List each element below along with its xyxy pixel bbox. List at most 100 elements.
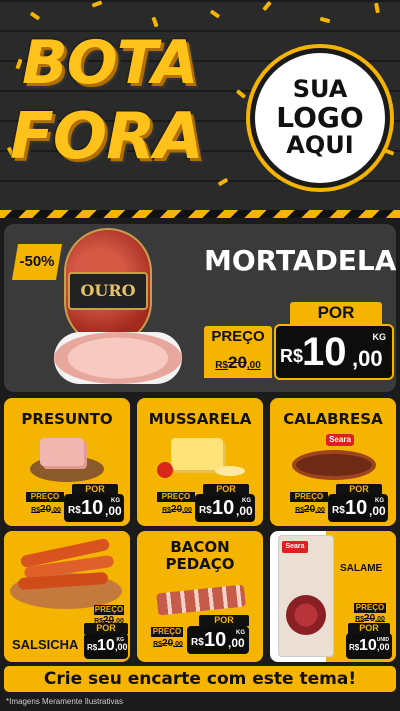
unit-label: KG [242,498,251,504]
old-price: R$20,00 [157,502,197,518]
header-banner: BOTA FORA SUA LOGO AQUI [0,0,400,210]
new-price: R$ 10 ,00 KG [274,324,394,380]
logo-text-line1: SUA [292,74,348,103]
unit-label: UNID [376,637,389,643]
calabresa-image: Seara [290,434,378,484]
cheese-block-shape [171,438,223,470]
product-card-calabresa[interactable]: CALABRESA Seara POR PREÇO R$20,00 R$ 10 … [270,398,396,526]
unit-label: KG [375,498,384,504]
old-price-int: 20 [40,504,52,515]
featured-price-block: POR PREÇO R$20,00 R$ 10 ,00 KG [204,302,394,382]
new-price-dec: ,00 [228,636,245,650]
product-name: BACON PEDAÇO [137,539,263,573]
product-card-bacon[interactable]: BACON PEDAÇO POR PREÇO R$20,00 R$ 10 ,00… [137,531,263,662]
mortadela-brand-label: OURO [68,272,148,310]
product-name: CALABRESA [283,410,383,428]
currency-symbol: R$ [191,637,204,648]
confetti-decoration [217,177,229,187]
product-name-line2: PEDAÇO [165,555,235,573]
old-price-prefix: R$ [31,507,41,514]
bacon-slices-shape [156,584,246,616]
new-price: R$ 10 ,00 KG [84,633,128,659]
new-price-dec: ,00 [377,642,390,652]
logo-text-line2: LOGO [276,100,364,134]
old-price-prefix: R$ [162,507,172,514]
product-name: SALAME [340,563,383,574]
old-price-dec: ,00 [51,507,61,514]
confetti-decoration [29,11,41,21]
old-price: R$20,00 [290,502,330,518]
currency-symbol: R$ [349,643,360,652]
confetti-decoration [383,148,395,156]
preco-label: PREÇO [290,492,328,502]
cheese-slices-shape [215,466,245,476]
promo-title: BOTA FORA [10,26,210,196]
logo-text-line3: AQUI [286,131,354,160]
hazard-stripe-divider [0,210,400,218]
preco-label: PREÇO [354,603,386,613]
product-card-salame[interactable]: Seara SALAME PREÇO R$20,00 POR R$ 10 ,00… [270,531,396,662]
new-price: R$ 10 ,00 KG [328,494,388,522]
currency-symbol: R$ [68,505,81,516]
product-card-mussarela[interactable]: MUSSARELA POR PREÇO R$20,00 R$ 10 ,00 KG [137,398,263,526]
price-block-main: POR R$ 10 ,00 UNID [346,623,392,662]
product-card-presunto[interactable]: PRESUNTO POR PREÇO R$20,00 R$ 10 ,00 KG [4,398,130,526]
salame-package-image: Seara [278,535,334,657]
old-price-dec: ,00 [375,616,385,623]
confetti-decoration [262,0,272,12]
confetti-decoration [235,89,247,99]
unit-label: KG [116,637,125,643]
product-card-salsicha[interactable]: PREÇO R$20,00 SALSICHA POR R$ 10 ,00 KG [4,531,130,662]
old-price: R$20,00 [26,502,66,518]
product-name: MUSSARELA [148,410,252,428]
new-price: R$ 10 ,00 KG [187,626,249,654]
featured-product-card[interactable]: OURO -50% MORTADELA POR PREÇO R$20,00 R$… [4,224,396,392]
new-price: R$ 10 ,00 UNID [346,633,392,659]
product-name-line1: BACON [170,538,230,556]
mussarela-image [155,434,247,484]
new-price-int: 10 [97,637,115,654]
old-price: R$20,00 [204,348,272,378]
new-price: R$ 10 ,00 KG [195,494,255,522]
new-price-int: 10 [359,637,377,654]
por-label: POR [290,302,382,324]
currency-symbol: R$ [332,505,345,516]
logo-placeholder[interactable]: SUA LOGO AQUI [250,48,390,188]
currency-symbol: R$ [199,505,212,516]
preco-label: PREÇO [157,492,195,502]
old-price-dec: ,00 [173,641,183,648]
currency-symbol: R$ [87,643,98,652]
seara-brand-label: Seara [282,541,308,553]
confetti-decoration [374,2,380,14]
ham-block-shape [40,438,84,466]
salami-slice-shape [286,595,326,635]
old-price: R$20,00 [151,637,185,651]
old-price-dec: ,00 [182,507,192,514]
old-price-prefix: R$ [295,507,305,514]
new-price-dec: ,00 [236,504,253,518]
product-name: PRESUNTO [21,410,113,428]
tomato-shape [157,462,173,478]
bacon-image [156,577,247,617]
confetti-decoration [209,9,221,19]
old-price-int: 20 [227,353,247,372]
cta-banner[interactable]: Crie seu encarte com este tema! [4,666,396,692]
price-block-main: POR R$ 10 ,00 KG [32,623,130,662]
unit-label: KG [236,630,245,636]
promo-title-line2: FORA [10,100,204,174]
new-price-dec: ,00 [115,642,128,652]
disclaimer-text: *Imagens Meramente Ilustrativas [6,697,123,706]
featured-product-name: MORTADELA [204,244,396,277]
old-price-int: 20 [171,504,183,515]
old-price-prefix: R$ [153,641,163,648]
new-price: R$ 10 ,00 KG [64,494,124,522]
unit-label: KG [372,332,387,342]
price-block: POR PREÇO R$20,00 R$ 10 ,00 KG [157,484,263,524]
new-price-dec: ,00 [369,504,386,518]
promo-title-line1: BOTA [22,28,198,98]
mortadela-slices-shape [54,332,182,384]
new-price-dec: ,00 [352,346,383,371]
old-price-int: 20 [304,504,316,515]
por-label: POR [199,615,249,626]
preco-label: PREÇO [151,627,183,637]
